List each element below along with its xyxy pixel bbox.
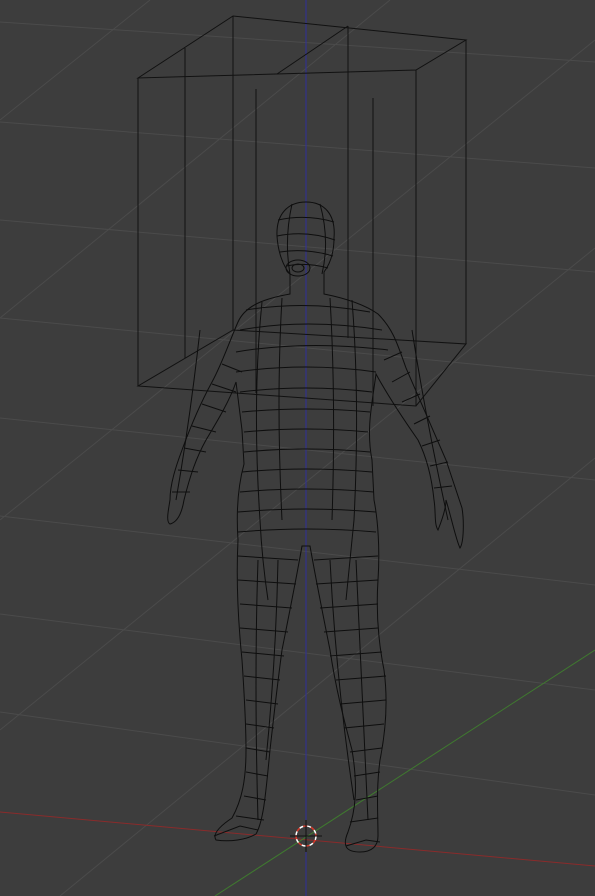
human-mesh[interactable] <box>167 201 464 853</box>
floor-grid <box>0 0 595 896</box>
3d-viewport[interactable] <box>0 0 595 896</box>
3d-cursor-icon[interactable] <box>290 820 322 852</box>
x-axis-line <box>0 811 595 867</box>
viewport-canvas[interactable] <box>0 0 595 896</box>
